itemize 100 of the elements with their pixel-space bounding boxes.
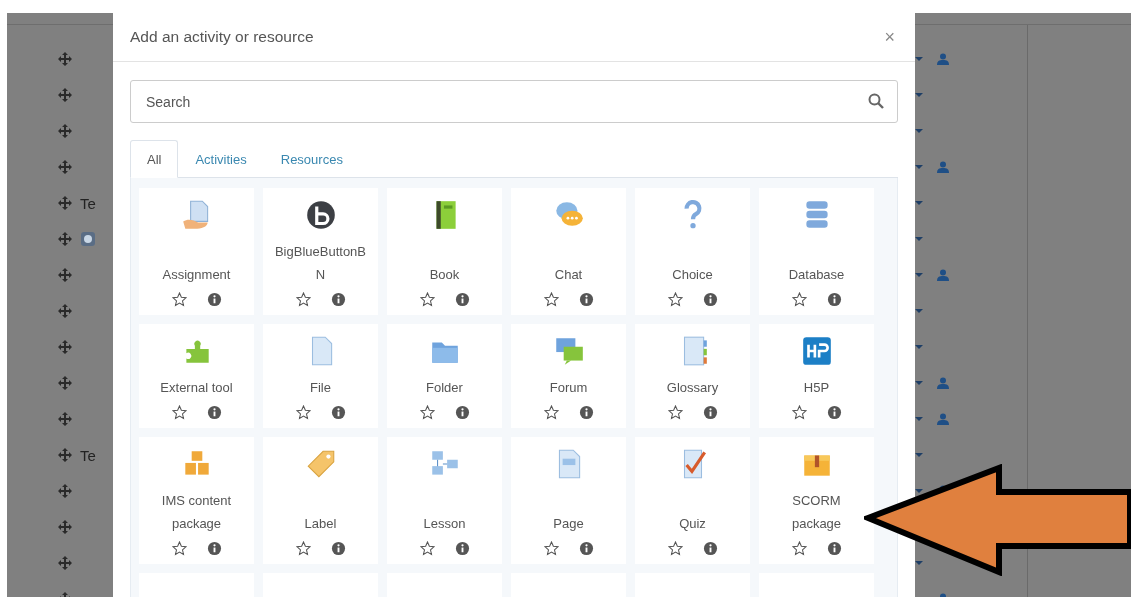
- caret-icon[interactable]: [915, 309, 923, 313]
- activity-card[interactable]: Forum: [511, 324, 626, 428]
- info-icon[interactable]: [702, 541, 718, 556]
- caret-icon[interactable]: [915, 273, 923, 277]
- info-icon[interactable]: [826, 292, 842, 307]
- star-icon[interactable]: [667, 292, 683, 307]
- activity-name: Folder: [426, 379, 463, 397]
- activity-name: External tool: [160, 379, 233, 397]
- star-icon[interactable]: [419, 405, 435, 420]
- move-icon[interactable]: [58, 448, 72, 462]
- star-icon[interactable]: [419, 541, 435, 556]
- user-icon: [937, 269, 949, 281]
- move-icon[interactable]: [58, 556, 72, 570]
- star-icon[interactable]: [791, 541, 807, 556]
- move-icon[interactable]: [58, 304, 72, 318]
- activity-card[interactable]: Label: [263, 437, 378, 564]
- info-icon[interactable]: [826, 541, 842, 556]
- move-icon[interactable]: [58, 520, 72, 534]
- activity-name: Assignment: [162, 266, 231, 284]
- activity-card[interactable]: Lesson: [387, 437, 502, 564]
- activity-card[interactable]: Quiz: [635, 437, 750, 564]
- tab[interactable]: Activities: [178, 140, 264, 178]
- star-icon[interactable]: [419, 292, 435, 307]
- star-icon[interactable]: [667, 541, 683, 556]
- caret-icon[interactable]: [915, 417, 923, 421]
- caret-icon[interactable]: [915, 345, 923, 349]
- info-icon[interactable]: [826, 405, 842, 420]
- star-icon[interactable]: [295, 541, 311, 556]
- move-icon[interactable]: [58, 88, 72, 102]
- info-icon[interactable]: [578, 405, 594, 420]
- star-icon[interactable]: [543, 405, 559, 420]
- info-icon[interactable]: [206, 292, 222, 307]
- activity-card[interactable]: SCORM package: [759, 437, 874, 564]
- section-text: Te: [80, 446, 96, 464]
- star-icon[interactable]: [295, 292, 311, 307]
- activity-card[interactable]: File: [263, 324, 378, 428]
- move-icon[interactable]: [58, 340, 72, 354]
- star-icon[interactable]: [171, 405, 187, 420]
- info-icon[interactable]: [702, 292, 718, 307]
- star-icon[interactable]: [543, 292, 559, 307]
- move-icon[interactable]: [58, 412, 72, 426]
- activity-card[interactable]: Glossary: [635, 324, 750, 428]
- caret-icon[interactable]: [915, 489, 923, 493]
- activity-card[interactable]: External tool: [139, 324, 254, 428]
- info-icon[interactable]: [206, 541, 222, 556]
- dialog-title: Add an activity or resource: [130, 28, 314, 46]
- caret-icon[interactable]: [915, 453, 923, 457]
- activity-card[interactable]: Page: [511, 437, 626, 564]
- activity-card[interactable]: Database: [759, 188, 874, 315]
- activity-name: Label: [304, 515, 337, 533]
- user-icon: [937, 413, 949, 425]
- move-icon[interactable]: [58, 232, 72, 246]
- star-icon[interactable]: [171, 541, 187, 556]
- caret-icon[interactable]: [915, 93, 923, 97]
- info-icon[interactable]: [206, 405, 222, 420]
- caret-icon[interactable]: [915, 381, 923, 385]
- tab[interactable]: Resources: [263, 140, 360, 178]
- move-icon[interactable]: [58, 160, 72, 174]
- activity-card[interactable]: Folder: [387, 324, 502, 428]
- activity-card[interactable]: Chat: [511, 188, 626, 315]
- info-icon[interactable]: [702, 405, 718, 420]
- move-icon[interactable]: [58, 376, 72, 390]
- close-button[interactable]: ×: [880, 26, 899, 48]
- search-icon[interactable]: [868, 93, 884, 109]
- move-icon[interactable]: [58, 196, 72, 210]
- caret-icon[interactable]: [915, 129, 923, 133]
- activity-name: Choice: [672, 266, 713, 284]
- info-icon[interactable]: [330, 292, 346, 307]
- search-field[interactable]: Search: [130, 80, 898, 123]
- activity-card[interactable]: Assignment: [139, 188, 254, 315]
- activity-card[interactable]: Book: [387, 188, 502, 315]
- star-icon[interactable]: [667, 405, 683, 420]
- tab[interactable]: All: [130, 140, 179, 178]
- move-icon[interactable]: [58, 124, 72, 138]
- info-icon[interactable]: [578, 541, 594, 556]
- info-icon[interactable]: [330, 541, 346, 556]
- activity-card[interactable]: BigBlueButtonBN: [263, 188, 378, 315]
- star-icon[interactable]: [171, 292, 187, 307]
- caret-icon[interactable]: [915, 237, 923, 241]
- info-icon[interactable]: [330, 405, 346, 420]
- info-icon[interactable]: [454, 292, 470, 307]
- caret-icon[interactable]: [915, 201, 923, 205]
- star-icon[interactable]: [543, 541, 559, 556]
- info-icon[interactable]: [454, 405, 470, 420]
- activity-name: H5P: [803, 379, 830, 397]
- star-icon[interactable]: [791, 292, 807, 307]
- move-icon[interactable]: [58, 52, 72, 66]
- activity-card[interactable]: IMS content package: [139, 437, 254, 564]
- activity-card[interactable]: H5P: [759, 324, 874, 428]
- info-icon[interactable]: [578, 292, 594, 307]
- info-icon[interactable]: [454, 541, 470, 556]
- move-icon[interactable]: [58, 268, 72, 282]
- caret-icon[interactable]: [915, 57, 923, 61]
- activity-card[interactable]: Choice: [635, 188, 750, 315]
- star-icon[interactable]: [295, 405, 311, 420]
- move-icon[interactable]: [58, 484, 72, 498]
- activity-name: SCORM package: [790, 492, 843, 533]
- caret-icon[interactable]: [915, 165, 923, 169]
- star-icon[interactable]: [791, 405, 807, 420]
- caret-icon[interactable]: [915, 561, 923, 565]
